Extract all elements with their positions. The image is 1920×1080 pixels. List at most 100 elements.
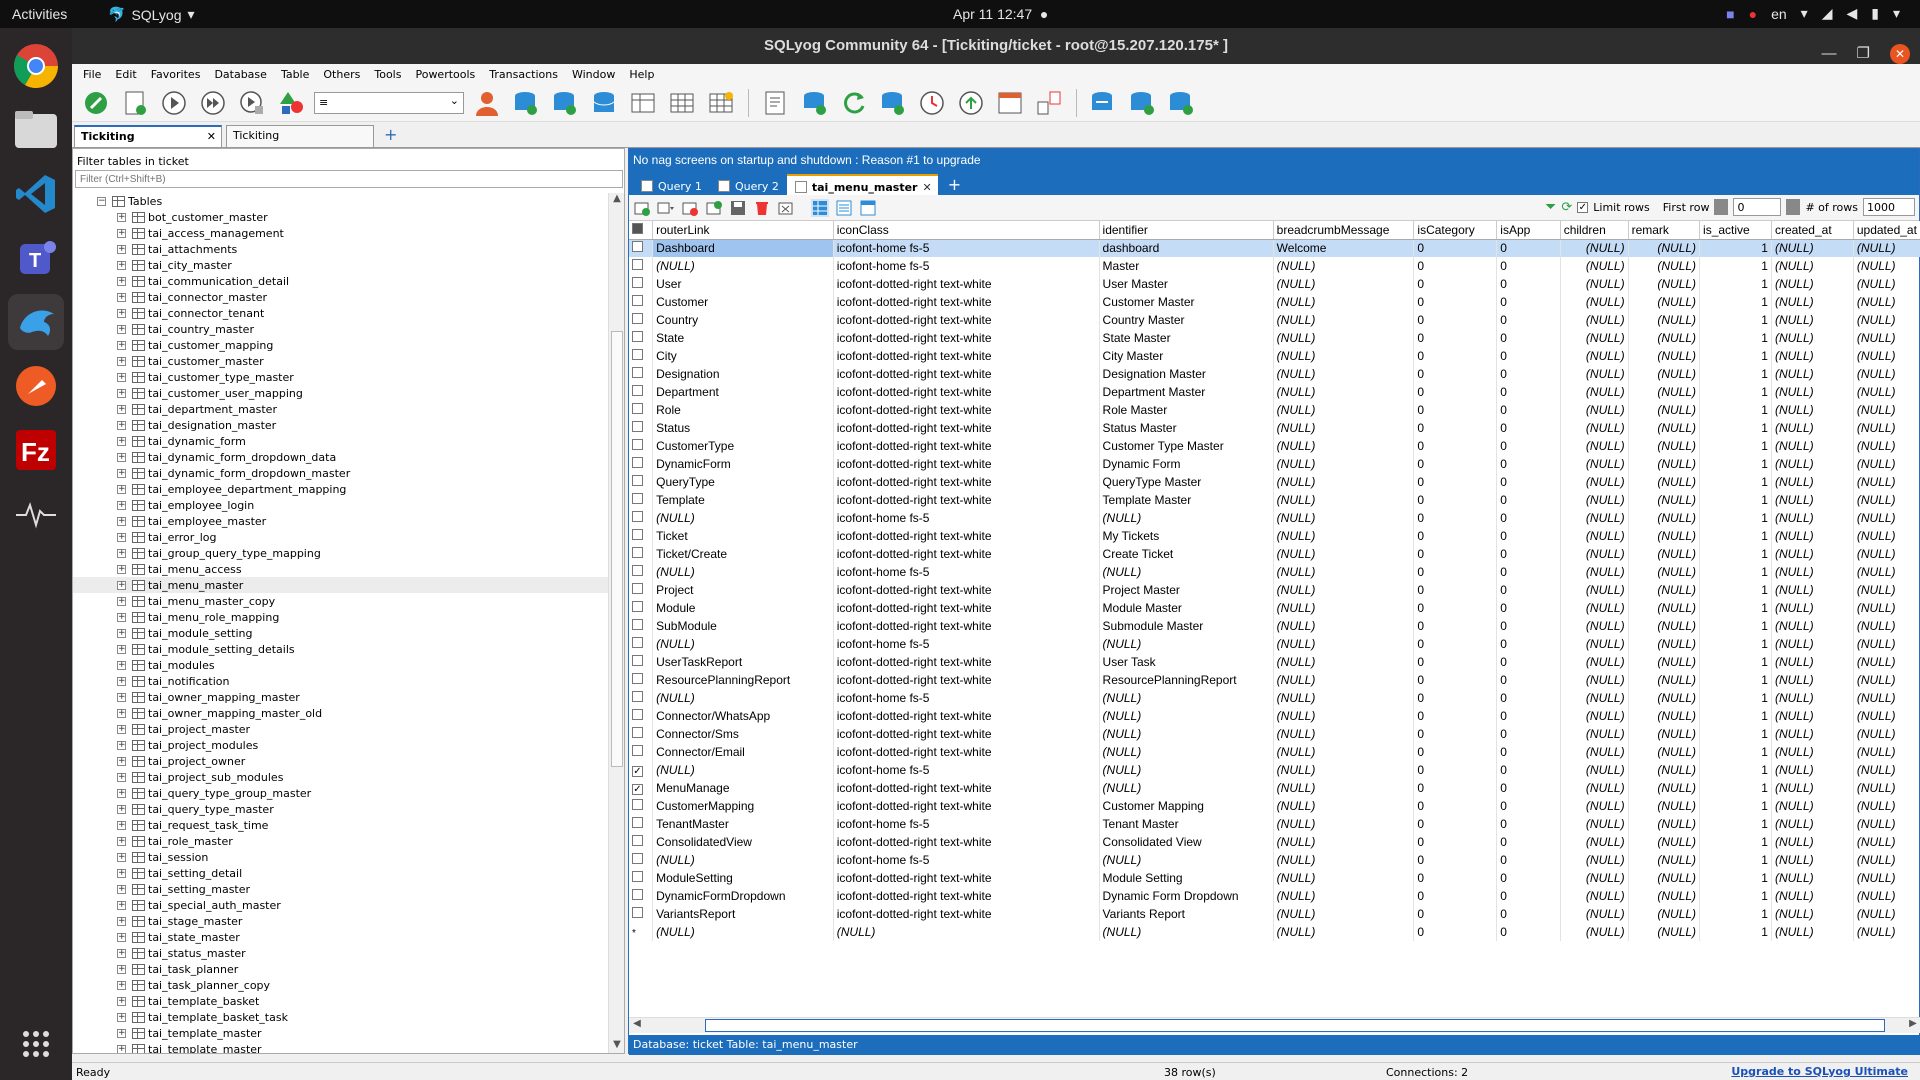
cell-isApp[interactable]: 0 (1496, 923, 1561, 941)
cell-isCategory[interactable]: 0 (1413, 545, 1498, 563)
teams-tray-icon[interactable]: ■ (1726, 6, 1734, 22)
cell-breadcrumbMessage[interactable]: (NULL) (1273, 653, 1415, 671)
cell-is-active[interactable]: 1 (1699, 707, 1772, 725)
cell-is-active[interactable]: 1 (1699, 437, 1772, 455)
cell-children[interactable]: (NULL) (1560, 563, 1629, 581)
cell-is-active[interactable]: 1 (1699, 365, 1772, 383)
table-tree-item[interactable]: + tai_request_task_time (73, 817, 608, 833)
cell-iconClass[interactable]: icofont-dotted-right text-white (833, 743, 1100, 761)
table-tree-item[interactable]: + tai_template_master (73, 1025, 608, 1041)
expand-icon[interactable]: + (117, 420, 126, 430)
cell-is-active[interactable]: 1 (1699, 743, 1772, 761)
row-select-cell[interactable] (629, 851, 654, 869)
cell-routerLink[interactable]: Country (652, 311, 834, 329)
cell-isApp[interactable]: 0 (1496, 833, 1561, 851)
duplicate-row-icon[interactable] (681, 199, 699, 217)
cell-identifier[interactable]: (NULL) (1099, 851, 1274, 869)
first-row-input[interactable] (1733, 198, 1782, 216)
cell-isApp[interactable]: 0 (1496, 653, 1561, 671)
cell-children[interactable]: (NULL) (1560, 923, 1629, 941)
cell-updated-at[interactable]: (NULL) (1853, 257, 1920, 275)
cell-iconClass[interactable]: icofont-home fs-5 (833, 761, 1100, 779)
cell-children[interactable]: (NULL) (1560, 635, 1629, 653)
expand-icon[interactable]: + (117, 1044, 126, 1053)
cell-remark[interactable]: (NULL) (1628, 779, 1701, 797)
cell-iconClass[interactable]: icofont-dotted-right text-white (833, 581, 1100, 599)
cell-routerLink[interactable]: ModuleSetting (652, 869, 834, 887)
filter-icon[interactable]: ⏷ (1545, 199, 1556, 215)
cell-is-active[interactable]: 1 (1699, 869, 1772, 887)
cell-iconClass[interactable]: icofont-dotted-right text-white (833, 455, 1100, 473)
cell-identifier[interactable]: QueryType Master (1099, 473, 1274, 491)
app-grid-icon[interactable] (8, 1016, 64, 1072)
expand-icon[interactable]: + (117, 772, 126, 782)
row-checkbox[interactable] (632, 637, 643, 648)
cell-isCategory[interactable]: 0 (1413, 491, 1498, 509)
cell-isCategory[interactable]: 0 (1413, 527, 1498, 545)
cell-children[interactable]: (NULL) (1560, 347, 1629, 365)
table-row[interactable]: ✓ MenuManage icofont-dotted-right text-whi… (629, 779, 1920, 797)
cell-updated-at[interactable]: (NULL) (1853, 293, 1920, 311)
cell-routerLink[interactable]: Ticket (652, 527, 834, 545)
cell-isCategory[interactable]: 0 (1413, 653, 1498, 671)
row-select-cell[interactable] (629, 257, 654, 275)
postman-icon[interactable] (8, 358, 64, 414)
table-tree-item[interactable]: + tai_group_query_type_mapping (73, 545, 608, 561)
cell-breadcrumbMessage[interactable]: (NULL) (1273, 365, 1415, 383)
create-database-icon[interactable] (510, 87, 542, 119)
cell-children[interactable]: (NULL) (1560, 725, 1629, 743)
table-tree-item[interactable]: + tai_country_master (73, 321, 608, 337)
connection-tab[interactable]: Tickiting ✕ (74, 125, 222, 147)
expand-icon[interactable]: + (117, 308, 126, 318)
cell-is-active[interactable]: 1 (1699, 473, 1772, 491)
cell-children[interactable]: (NULL) (1560, 815, 1629, 833)
cell-iconClass[interactable]: icofont-dotted-right text-white (833, 599, 1100, 617)
cell-children[interactable]: (NULL) (1560, 581, 1629, 599)
grid-horizontal-scrollbar[interactable]: ◀ ▶ (629, 1017, 1920, 1033)
cell-iconClass[interactable]: icofont-dotted-right text-white (833, 347, 1100, 365)
cell-isApp[interactable]: 0 (1496, 743, 1561, 761)
cell-children[interactable]: (NULL) (1560, 293, 1629, 311)
cell-isApp[interactable]: 0 (1496, 905, 1561, 923)
table-tree-item[interactable]: + tai_access_management (73, 225, 608, 241)
cell-updated-at[interactable]: (NULL) (1853, 455, 1920, 473)
cell-is-active[interactable]: 1 (1699, 383, 1772, 401)
cell-identifier[interactable]: Template Master (1099, 491, 1274, 509)
expand-icon[interactable]: + (117, 532, 126, 542)
cell-isCategory[interactable]: 0 (1413, 599, 1498, 617)
cell-routerLink[interactable]: CustomerMapping (652, 797, 834, 815)
cell-is-active[interactable]: 1 (1699, 617, 1772, 635)
table-tree-item[interactable]: + tai_module_setting_details (73, 641, 608, 657)
cell-remark[interactable]: (NULL) (1628, 707, 1701, 725)
cell-breadcrumbMessage[interactable]: (NULL) (1273, 815, 1415, 833)
cell-updated-at[interactable]: (NULL) (1853, 707, 1920, 725)
expand-icon[interactable]: + (117, 484, 126, 494)
cell-created-at[interactable]: (NULL) (1771, 581, 1854, 599)
cell-routerLink[interactable]: ConsolidatedView (652, 833, 834, 851)
cell-breadcrumbMessage[interactable]: (NULL) (1273, 257, 1415, 275)
table-tree-item[interactable]: + tai_project_owner (73, 753, 608, 769)
cell-identifier[interactable]: (NULL) (1099, 923, 1274, 941)
cell-children[interactable]: (NULL) (1560, 905, 1629, 923)
cell-is-active[interactable]: 1 (1699, 455, 1772, 473)
system-tray[interactable]: ■ ● en ▾ ◢ ◀ ▮ ▾ (1726, 5, 1900, 22)
cell-remark[interactable]: (NULL) (1628, 905, 1701, 923)
cell-breadcrumbMessage[interactable]: (NULL) (1273, 545, 1415, 563)
cell-identifier[interactable]: My Tickets (1099, 527, 1274, 545)
table-tree-item[interactable]: + tai_communication_detail (73, 273, 608, 289)
cell-created-at[interactable]: (NULL) (1771, 599, 1854, 617)
expand-icon[interactable]: + (117, 580, 126, 590)
cell-isCategory[interactable]: 0 (1413, 689, 1498, 707)
cell-created-at[interactable]: (NULL) (1771, 635, 1854, 653)
cell-identifier[interactable]: (NULL) (1099, 635, 1274, 653)
row-checkbox[interactable] (632, 907, 643, 918)
cell-remark[interactable]: (NULL) (1628, 635, 1701, 653)
cell-created-at[interactable]: (NULL) (1771, 905, 1854, 923)
cell-remark[interactable]: (NULL) (1628, 887, 1701, 905)
cell-created-at[interactable]: (NULL) (1771, 653, 1854, 671)
cell-breadcrumbMessage[interactable]: (NULL) (1273, 851, 1415, 869)
table-tree-item[interactable]: + tai_designation_master (73, 417, 608, 433)
scroll-right-arrow[interactable]: ▶ (1905, 1018, 1920, 1033)
cell-updated-at[interactable]: (NULL) (1853, 761, 1920, 779)
cell-updated-at[interactable]: (NULL) (1853, 689, 1920, 707)
